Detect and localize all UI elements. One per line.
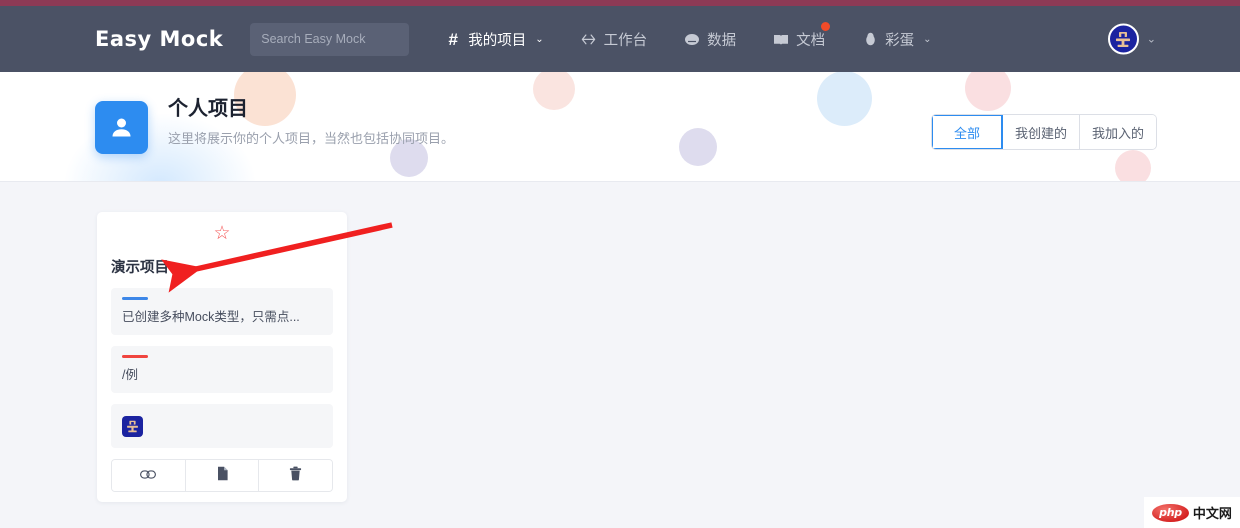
notification-badge-dot	[821, 21, 831, 31]
filter-joined-by-me[interactable]: 我加入的	[1079, 115, 1156, 149]
main-nav: # 我的项目 ⌄ 工作台 数据 文档 彩蛋 ⌄	[445, 21, 968, 50]
user-avatar-icon	[1107, 23, 1139, 55]
copy-icon	[216, 466, 229, 486]
page-subtitle: 这里将展示你的个人项目，当然也包括协同项目。	[168, 131, 455, 146]
app-header: Easy Mock # 我的项目 ⌄ 工作台 数据	[0, 6, 1240, 72]
link-icon	[140, 467, 157, 485]
search-input[interactable]	[250, 22, 410, 56]
nav-label: 文档	[796, 32, 826, 49]
decor-circle	[1115, 150, 1151, 181]
nav-label: 工作台	[603, 32, 648, 49]
decor-circle	[533, 72, 575, 110]
nav-label: 彩蛋	[885, 32, 915, 49]
project-description-row: 已创建多种Mock类型，只需点...	[111, 288, 333, 335]
decor-circle	[965, 72, 1011, 111]
copy-link-button[interactable]	[112, 460, 186, 491]
delete-project-button[interactable]	[259, 460, 332, 491]
nav-item-easter-egg[interactable]: 彩蛋 ⌄	[862, 29, 932, 50]
filter-all[interactable]: 全部	[931, 115, 1003, 149]
project-filter-group: 全部 我创建的 我加入的	[931, 115, 1156, 149]
page-title: 个人项目	[168, 98, 248, 120]
project-card[interactable]: ☆ 演示项目 已创建多种Mock类型，只需点... /例	[97, 212, 347, 502]
star-icon[interactable]: ☆	[213, 224, 230, 243]
nav-item-data[interactable]: 数据	[684, 29, 736, 50]
nav-item-my-projects[interactable]: # 我的项目 ⌄	[445, 29, 544, 50]
watermark-text: 中文网	[1192, 506, 1232, 521]
row-accent-bar	[122, 355, 148, 358]
project-base-url: /例	[122, 368, 138, 382]
project-base-url-row: /例	[111, 346, 333, 393]
hash-icon: #	[448, 29, 458, 49]
chevron-down-icon: ⌄	[923, 33, 932, 45]
hero-text-block: 个人项目 这里将展示你的个人项目，当然也包括协同项目。	[168, 96, 454, 147]
php-logo: php	[1152, 503, 1189, 522]
decor-circle	[817, 72, 872, 126]
nav-item-docs[interactable]: 文档	[773, 21, 831, 50]
code-arrows-icon	[581, 31, 597, 47]
nav-item-workbench[interactable]: 工作台	[581, 29, 648, 50]
trash-icon	[289, 466, 302, 486]
egg-icon	[862, 31, 878, 47]
decor-circle	[679, 128, 717, 166]
database-icon	[684, 31, 700, 47]
book-icon	[773, 31, 789, 47]
chevron-down-icon: ⌄	[1146, 33, 1156, 46]
clone-project-button[interactable]	[185, 460, 260, 491]
watermark: php 中文网	[1144, 497, 1240, 528]
person-icon	[95, 101, 148, 154]
user-menu[interactable]: ⌄	[1107, 23, 1156, 55]
chevron-down-icon: ⌄	[535, 33, 544, 45]
project-title: 演示项目	[111, 260, 169, 276]
project-members-row	[111, 404, 333, 448]
user-avatar-icon[interactable]	[122, 415, 143, 437]
nav-label: 我的项目	[468, 32, 527, 49]
hero-content: 个人项目 这里将展示你的个人项目，当然也包括协同项目。	[95, 96, 454, 154]
row-accent-bar	[122, 297, 148, 300]
project-actions	[111, 459, 333, 492]
filter-created-by-me[interactable]: 我创建的	[1002, 115, 1080, 149]
brand-logo[interactable]: Easy Mock	[95, 27, 223, 51]
hero-banner: 个人项目 这里将展示你的个人项目，当然也包括协同项目。 全部 我创建的 我加入的	[0, 72, 1240, 182]
page-root: Easy Mock # 我的项目 ⌄ 工作台 数据	[0, 0, 1240, 528]
project-description: 已创建多种Mock类型，只需点...	[122, 310, 300, 324]
nav-label: 数据	[707, 32, 737, 49]
projects-area: ☆ 演示项目 已创建多种Mock类型，只需点... /例	[0, 183, 1240, 528]
